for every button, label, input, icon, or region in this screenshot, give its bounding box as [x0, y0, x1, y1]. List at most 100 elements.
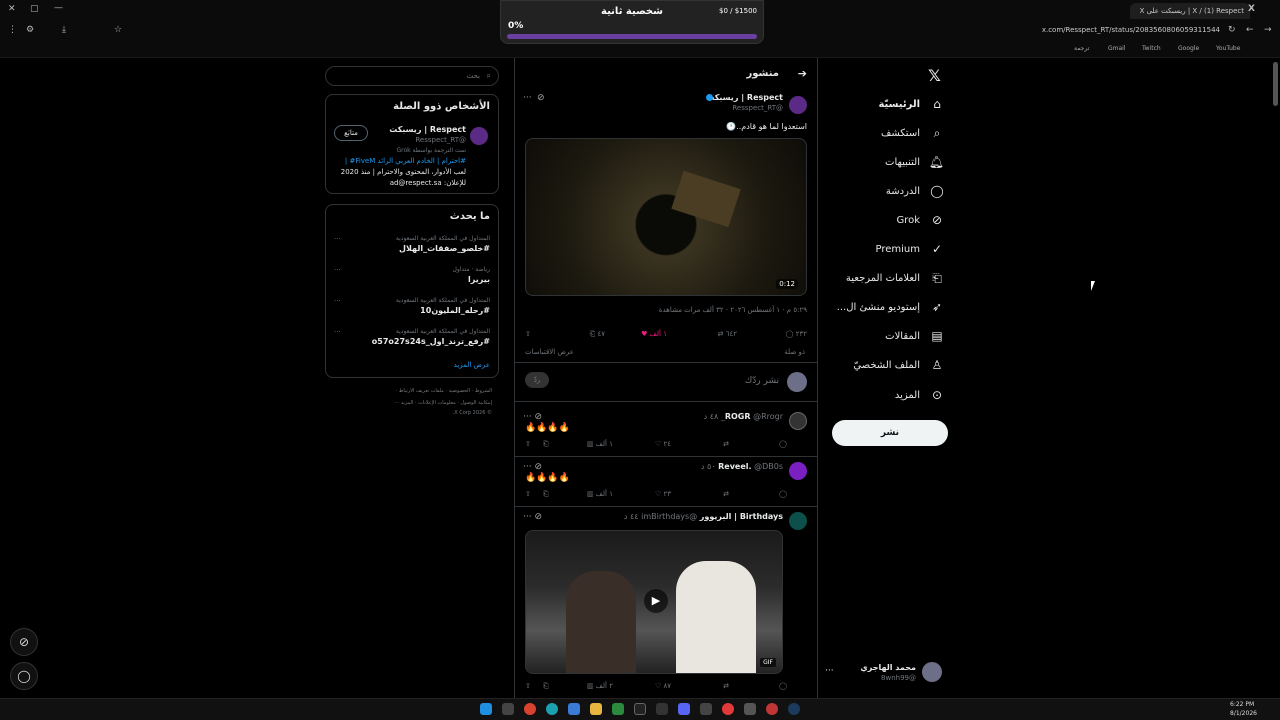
bookmark-gmail[interactable]: Gmail: [1108, 45, 1126, 52]
trend-name[interactable]: #رحله_المليون10: [420, 306, 490, 315]
view-quotes-link[interactable]: عرض الاقتباسات: [525, 348, 574, 356]
more-icon[interactable]: ···: [334, 235, 341, 243]
tweet-handle[interactable]: @Resspect_RT: [732, 104, 783, 112]
star-icon[interactable]: ☆: [114, 25, 122, 35]
bookmark-twitch[interactable]: Twitch: [1142, 45, 1161, 52]
menu-icon[interactable]: ⋮: [8, 25, 17, 35]
bookmark-translate[interactable]: ترجمة: [1074, 45, 1089, 52]
search-input[interactable]: بحث: [467, 72, 480, 80]
address-bar[interactable]: x.com/Resspect_RT/status/208356080605931…: [1042, 26, 1220, 34]
reply-button[interactable]: ◯ ٢٣٢: [786, 330, 807, 338]
folder-icon[interactable]: [590, 703, 602, 715]
discord-icon[interactable]: [678, 703, 690, 715]
reply-author[interactable]: Reveel. @DB0s ٥٠ د: [701, 462, 783, 471]
more-icon[interactable]: ··· ⊘: [523, 512, 542, 522]
close-window-icon[interactable]: ✕: [8, 4, 16, 14]
nav-explore[interactable]: ⌕ استكشف: [881, 123, 944, 143]
account-switcher[interactable]: محمد الهاجري @8wnh99 ···: [820, 660, 950, 686]
tweet-author[interactable]: Respect | ريسبكت: [706, 93, 783, 102]
bookmark-youtube[interactable]: YouTube: [1216, 45, 1240, 52]
bookmark-icon[interactable]: ⎗: [543, 440, 549, 449]
share-icon[interactable]: ⇧: [525, 440, 531, 448]
more-icon[interactable]: ··· ⊘: [523, 412, 542, 422]
views-count[interactable]: ▥ ١ ألف: [587, 440, 613, 448]
like-button[interactable]: ♡ ٢٤: [655, 440, 671, 448]
x-logo-icon[interactable]: 𝕏: [928, 66, 941, 85]
show-more-link[interactable]: عرض المزيد: [454, 361, 490, 369]
retweet-icon[interactable]: ⇄: [723, 440, 729, 448]
more-icon[interactable]: ···: [523, 93, 532, 103]
more-icon[interactable]: ···: [825, 666, 834, 676]
post-button[interactable]: نشر: [832, 420, 948, 446]
app-icon[interactable]: [744, 703, 756, 715]
forward-icon[interactable]: →: [1264, 25, 1272, 35]
follow-button[interactable]: متابَع: [334, 125, 368, 141]
nav-grok[interactable]: ⊘ Grok: [896, 210, 944, 230]
chat-icon[interactable]: ◯: [10, 662, 38, 690]
nav-notifications[interactable]: 🔔︎ التنبيهات: [885, 152, 944, 172]
grok-icon[interactable]: ⊘: [10, 628, 38, 656]
like-button[interactable]: ♡ ٨٧: [655, 682, 671, 690]
nav-more[interactable]: ⊙ المزيد: [895, 385, 944, 405]
chrome-icon[interactable]: [524, 703, 536, 715]
more-icon[interactable]: ···: [334, 328, 341, 336]
play-icon[interactable]: ▶: [644, 589, 668, 613]
bookmark-google[interactable]: Google: [1178, 45, 1199, 52]
app-icon[interactable]: [766, 703, 778, 715]
nav-profile[interactable]: ♙ الملف الشخصيّ: [853, 355, 944, 375]
trend-name[interactable]: #رفع_ترند_اول_o57o27s24s: [372, 337, 490, 346]
retweet-button[interactable]: ⇄ ٦٤٢: [718, 330, 737, 338]
views-count[interactable]: ▥ ١ ألف: [587, 490, 613, 498]
reload-icon[interactable]: ↻: [1228, 25, 1236, 35]
app-icon[interactable]: [634, 703, 646, 715]
footer-links[interactable]: إمكانية الوصول · معلومات الإعلانات · الم…: [394, 400, 492, 406]
app-icon[interactable]: [612, 703, 624, 715]
clock-date[interactable]: 8/1/2026: [1230, 710, 1257, 717]
app-icon[interactable]: [700, 703, 712, 715]
like-button[interactable]: ♡ ٢٣: [655, 490, 671, 498]
avatar[interactable]: [789, 512, 807, 530]
scrollbar[interactable]: [1273, 62, 1278, 106]
back-arrow-icon[interactable]: ➔: [798, 67, 807, 80]
avatar[interactable]: [789, 96, 807, 114]
reply-button[interactable]: ردّ: [525, 372, 549, 388]
share-icon[interactable]: ⇧: [525, 682, 531, 690]
retweet-icon[interactable]: ⇄: [723, 490, 729, 498]
windows-start-icon[interactable]: [480, 703, 492, 715]
avatar[interactable]: [789, 412, 807, 430]
back-icon[interactable]: ←: [1246, 25, 1254, 35]
share-icon[interactable]: ⇧: [525, 330, 531, 338]
nav-home[interactable]: ⌂ الرئيسيّة: [878, 94, 944, 114]
footer-links[interactable]: الشروط · الخصوصية · ملفات تعريف الارتباط…: [396, 388, 492, 394]
bookmark-button[interactable]: ⎗ ٤٧: [590, 330, 605, 339]
clock-time[interactable]: 6:22 PM: [1230, 701, 1254, 708]
search-icon[interactable]: [502, 703, 514, 715]
browser-tab[interactable]: X / (1) Respect | ريسبكت على X: [1130, 3, 1250, 19]
nav-premium[interactable]: ✓ Premium: [876, 239, 945, 259]
avatar[interactable]: [789, 462, 807, 480]
reply-author[interactable]: ROGR @Rrogr_ ٤٨ د: [704, 412, 783, 421]
nav-creator-studio[interactable]: ➶ إستوديو منشئ ال...: [837, 297, 944, 317]
reply-icon[interactable]: ◯: [779, 682, 787, 690]
reply-author[interactable]: Birthdays | البريوور @imBirthdays ٤٤ د: [624, 512, 783, 521]
download-icon[interactable]: ⤓: [62, 25, 66, 35]
steam-icon[interactable]: [788, 703, 800, 715]
grok-icon[interactable]: ⊘: [537, 93, 545, 103]
reply-input[interactable]: نشر ردّك: [745, 376, 779, 386]
nav-bookmarks[interactable]: ⎗ العلامات المرجعية: [846, 268, 944, 288]
reply-icon[interactable]: ◯: [779, 440, 787, 448]
store-icon[interactable]: [568, 703, 580, 715]
views-count[interactable]: ▥ ٢ ألف: [587, 682, 613, 690]
search-box[interactable]: ⌕ بحث: [325, 66, 499, 86]
app-icon[interactable]: [722, 703, 734, 715]
like-button[interactable]: ♥ ١ ألف: [641, 330, 667, 338]
retweet-icon[interactable]: ⇄: [723, 682, 729, 690]
extension-icon[interactable]: ⚙: [26, 25, 34, 35]
share-icon[interactable]: ⇧: [525, 490, 531, 498]
trend-name[interactable]: بيريرا: [468, 275, 490, 284]
related-link[interactable]: ذو صلة: [784, 348, 805, 356]
avatar[interactable]: [470, 127, 488, 145]
person-name[interactable]: Respect | ريسبكت: [389, 125, 466, 134]
more-icon[interactable]: ···: [334, 297, 341, 305]
bookmark-icon[interactable]: ⎗: [543, 490, 549, 499]
